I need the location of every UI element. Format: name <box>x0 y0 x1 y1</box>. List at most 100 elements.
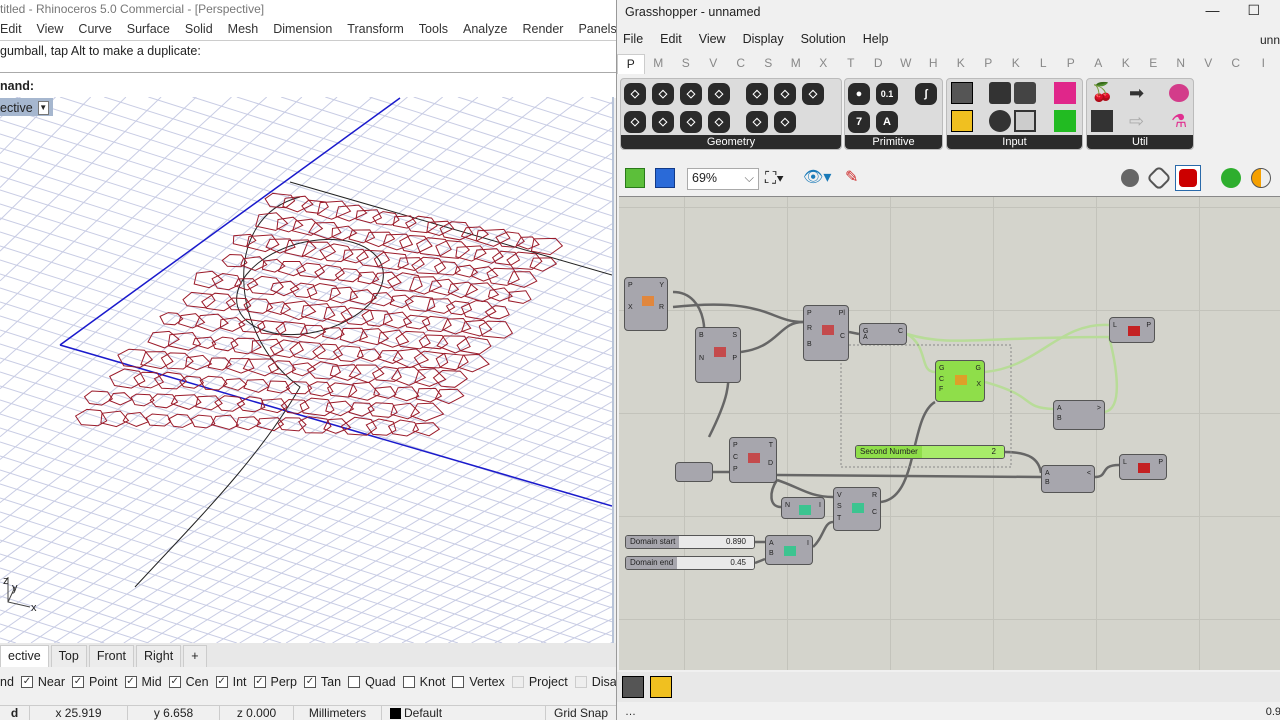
number-slider[interactable]: Domain end 0.45 <box>625 556 755 570</box>
gh-tab[interactable]: M <box>645 54 673 74</box>
menu-item[interactable]: Render <box>522 20 570 40</box>
port-label[interactable]: Y <box>659 282 664 289</box>
osnap-cen[interactable]: ✓ Cen <box>168 675 209 689</box>
save-file-icon[interactable] <box>655 168 675 188</box>
preview-wire-icon[interactable] <box>1121 169 1139 187</box>
number-slider[interactable]: Domain start 0.890 <box>625 535 755 549</box>
menu-item[interactable]: Tools <box>419 20 455 40</box>
gh-tab[interactable]: D <box>865 54 893 74</box>
geometry-param-icon[interactable]: ◇ <box>624 83 646 105</box>
zoom-select[interactable]: 69% ⌵ <box>687 168 759 190</box>
port-label[interactable]: N <box>699 355 704 362</box>
osnap-vertex[interactable]: Vertex <box>452 675 505 689</box>
toggle-icon[interactable] <box>989 82 1011 104</box>
menu-item[interactable]: Edit <box>0 20 29 40</box>
gh-tab[interactable]: K <box>1002 54 1030 74</box>
port-label[interactable]: D <box>768 460 773 467</box>
menu-item[interactable]: View <box>37 20 71 40</box>
menu-item[interactable]: Panels <box>578 20 616 40</box>
geometry-param-icon[interactable]: ◇ <box>680 111 702 133</box>
port-label[interactable]: T <box>837 515 841 522</box>
gh-tab[interactable]: P <box>975 54 1003 74</box>
checkbox[interactable]: ✓ <box>303 676 316 688</box>
port-label[interactable]: B <box>769 550 774 557</box>
gh-menu-item[interactable]: View <box>699 32 726 46</box>
port-label[interactable]: P <box>1146 322 1151 329</box>
group-label[interactable]: Primitive <box>845 135 942 149</box>
osnap-tan[interactable]: ✓ Tan <box>303 675 341 689</box>
bake-icon[interactable] <box>1221 168 1241 188</box>
geometry-param-icon[interactable]: ◇ <box>708 83 730 105</box>
port-label[interactable]: C <box>733 454 738 461</box>
osnap-int[interactable]: ✓ Int <box>215 675 247 689</box>
perspective-viewport[interactable]: z y x <box>0 97 614 643</box>
viewport-tab[interactable]: ective <box>0 645 49 667</box>
osnap-nd[interactable]: nd <box>0 675 14 689</box>
menu-item[interactable]: Analyze <box>463 20 514 40</box>
geometry-param-icon[interactable]: ◇ <box>802 83 824 105</box>
menu-item[interactable]: Surface <box>127 20 177 40</box>
gh-tab[interactable]: K <box>1112 54 1140 74</box>
curve-param-component[interactable] <box>675 462 713 482</box>
group-label[interactable]: Input <box>947 135 1082 149</box>
dispatch-1-component[interactable]: LP <box>1109 317 1155 343</box>
command-prompt[interactable]: nand: <box>0 72 616 98</box>
checkbox[interactable] <box>452 676 465 688</box>
port-label[interactable]: R <box>872 492 877 499</box>
param-import-icon[interactable] <box>951 82 973 104</box>
circle-param-icon[interactable]: ● <box>848 83 870 105</box>
port-label[interactable]: C <box>898 328 903 335</box>
smaller-than-component[interactable]: A B < <box>1041 465 1095 493</box>
port-label[interactable]: L <box>1123 459 1127 466</box>
port-label[interactable]: B <box>1057 415 1062 422</box>
port-label[interactable]: X <box>976 381 981 388</box>
port-label[interactable]: C <box>939 376 944 383</box>
voronoi-component[interactable]: P R B Pl C <box>803 305 849 361</box>
checkbox[interactable]: ✓ <box>124 676 137 688</box>
viewport-tab[interactable]: + <box>183 645 207 667</box>
viewport-tab[interactable]: Front <box>88 645 134 667</box>
port-label[interactable]: R <box>807 325 812 332</box>
gh-tab[interactable]: K <box>947 54 975 74</box>
value-list-icon[interactable] <box>1014 110 1036 132</box>
checkbox[interactable] <box>348 676 361 688</box>
port-label[interactable]: B <box>807 341 812 348</box>
port-label[interactable]: I <box>807 540 809 547</box>
gh-tab[interactable]: L <box>1030 54 1058 74</box>
minimize-icon[interactable]: — <box>1205 2 1219 19</box>
zoom-extents-icon[interactable]: ⛶▾ <box>765 169 784 189</box>
port-label[interactable]: L <box>1113 322 1117 329</box>
status-grid-snap[interactable]: Grid Snap <box>546 706 616 720</box>
geometry-param-icon[interactable]: ◇ <box>708 111 730 133</box>
integer-param-icon[interactable]: 7 <box>848 111 870 133</box>
port-label[interactable]: F <box>939 386 943 393</box>
port-label[interactable]: A <box>769 540 774 547</box>
osnap-perp[interactable]: ✓ Perp <box>253 675 297 689</box>
menu-item[interactable]: Mesh <box>228 20 266 40</box>
status-units[interactable]: Millimeters <box>294 706 382 720</box>
port-label[interactable]: C <box>872 509 877 516</box>
gh-tab[interactable]: V <box>1195 54 1223 74</box>
gh-tab[interactable]: I <box>1250 54 1278 74</box>
port-label[interactable]: S <box>732 332 737 339</box>
port-label[interactable]: P <box>1158 459 1163 466</box>
gh-tab[interactable]: N <box>1167 54 1195 74</box>
gh-tab[interactable]: P <box>617 54 645 74</box>
gh-tab[interactable]: P <box>1057 54 1085 74</box>
range-component[interactable]: NI <box>781 497 825 519</box>
geometry-param-icon[interactable]: ◇ <box>774 111 796 133</box>
preview-selected-button[interactable] <box>1175 165 1201 191</box>
port-label[interactable]: G <box>939 365 944 372</box>
pill-icon[interactable] <box>1169 84 1189 102</box>
import-icon[interactable] <box>622 676 644 698</box>
gh-tab[interactable]: M <box>782 54 810 74</box>
gh-menu-item[interactable]: Solution <box>801 32 846 46</box>
port-label[interactable]: C <box>840 333 845 340</box>
status-layer[interactable]: Default <box>382 706 546 720</box>
checker-icon[interactable] <box>1054 110 1076 132</box>
port-label[interactable]: V <box>837 492 842 499</box>
material-icon[interactable] <box>1251 168 1271 188</box>
checkbox[interactable]: ✓ <box>168 676 181 688</box>
geometry-param-icon[interactable]: ◇ <box>652 83 674 105</box>
port-label[interactable]: > <box>1097 405 1101 412</box>
